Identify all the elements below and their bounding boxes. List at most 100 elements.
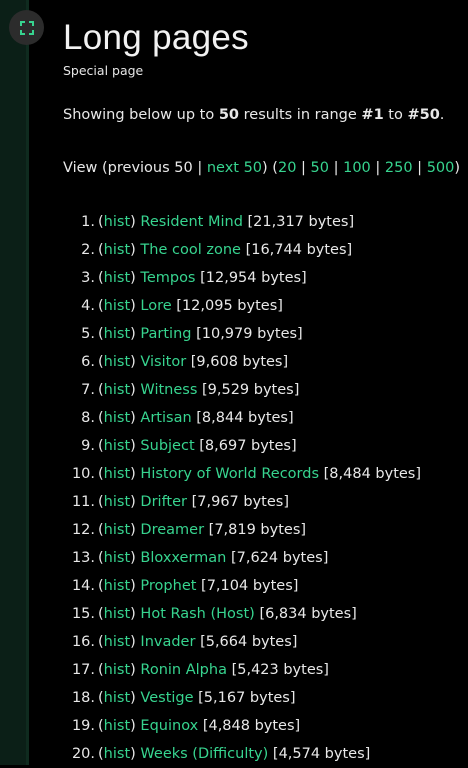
item-number: 9. [81, 438, 95, 454]
item-number: 6. [81, 354, 95, 370]
hist-link[interactable]: hist [104, 214, 130, 230]
page-link[interactable]: The cool zone [140, 242, 241, 258]
hist-close-paren: ) [130, 382, 141, 398]
item-number: 13. [71, 550, 95, 566]
hist-close-paren: ) [130, 438, 141, 454]
page-size: [7,967 bytes] [191, 494, 289, 510]
list-item: 3. (hist) Tempos [12,954 bytes] [63, 264, 421, 292]
item-number: 1. [81, 214, 95, 230]
next-page-link[interactable]: next 50 [207, 160, 262, 176]
list-item: 17. (hist) Ronin Alpha [5,423 bytes] [63, 656, 421, 684]
hist-link[interactable]: hist [104, 354, 130, 370]
page-link[interactable]: Tempos [140, 270, 195, 286]
page-size: [5,664 bytes] [200, 634, 298, 650]
page-size: [7,819 bytes] [208, 522, 307, 538]
hist-link[interactable]: hist [104, 690, 130, 706]
page-link[interactable]: Ronin Alpha [140, 662, 227, 678]
page-link[interactable]: Vestige [140, 690, 193, 706]
hist-close-paren: ) [130, 214, 141, 230]
list-item: 9. (hist) Subject [8,697 bytes] [63, 432, 421, 460]
page-link[interactable]: History of World Records [140, 466, 319, 482]
page-link[interactable]: Invader [140, 634, 195, 650]
list-item: 2. (hist) The cool zone [16,744 bytes] [63, 236, 421, 264]
page-link[interactable]: Weeks (Difficulty) [140, 746, 268, 762]
hist-link[interactable]: hist [104, 634, 130, 650]
page-size: [6,834 bytes] [259, 606, 357, 622]
page-size: [7,624 bytes] [230, 550, 329, 566]
page-link[interactable]: Dreamer [140, 522, 204, 538]
page-link[interactable]: Resident Mind [140, 214, 242, 230]
hist-link[interactable]: hist [104, 494, 130, 510]
nav-view-label: View (previous 50 | [63, 160, 207, 176]
sidebar-rail [0, 0, 26, 765]
expand-icon [19, 20, 34, 35]
item-number: 10. [71, 466, 95, 482]
list-item: 10. (hist) History of World Records [8,48… [63, 460, 421, 488]
info-to: #50 [407, 107, 440, 123]
limit-link-20[interactable]: 20 [278, 160, 296, 176]
hist-close-paren: ) [130, 242, 141, 258]
hist-link[interactable]: hist [104, 438, 130, 454]
info-to-word: to [383, 107, 408, 123]
list-item: 1. (hist) Resident Mind [21,317 bytes] [63, 208, 421, 236]
hist-link[interactable]: hist [104, 242, 130, 258]
list-item: 8. (hist) Artisan [8,844 bytes] [63, 404, 421, 432]
hist-link[interactable]: hist [104, 578, 130, 594]
list-item: 20. (hist) Weeks (Difficulty) [4,574 byte… [63, 740, 421, 768]
item-number: 8. [81, 410, 95, 426]
hist-link[interactable]: hist [104, 718, 130, 734]
list-item: 16. (hist) Invader [5,664 bytes] [63, 628, 421, 656]
results-info: Showing below up to 50 results in range … [63, 105, 463, 125]
hist-link[interactable]: hist [104, 662, 130, 678]
limit-link-50[interactable]: 50 [311, 160, 329, 176]
hist-link[interactable]: hist [104, 410, 130, 426]
page-size: [8,484 bytes] [323, 466, 422, 482]
page-link[interactable]: Subject [140, 438, 194, 454]
hist-link[interactable]: hist [104, 522, 130, 538]
limit-link-250[interactable]: 250 [385, 160, 413, 176]
page-link[interactable]: Drifter [140, 494, 187, 510]
list-item: 15. (hist) Hot Rash (Host) [6,834 bytes] [63, 600, 421, 628]
info-prefix: Showing below up to [63, 107, 219, 123]
nav-pipe: | [296, 160, 311, 176]
page-link[interactable]: Artisan [140, 410, 191, 426]
item-number: 4. [81, 298, 95, 314]
page-link[interactable]: Witness [140, 382, 197, 398]
limit-link-100[interactable]: 100 [343, 160, 371, 176]
page-subtitle: Special page [63, 63, 144, 78]
item-number: 19. [71, 718, 95, 734]
hist-link[interactable]: hist [104, 270, 130, 286]
hist-link[interactable]: hist [104, 382, 130, 398]
page-link[interactable]: Equinox [140, 718, 198, 734]
hist-link[interactable]: hist [104, 746, 130, 762]
hist-link[interactable]: hist [104, 326, 130, 342]
page-link[interactable]: Bloxxerman [140, 550, 226, 566]
hist-close-paren: ) [130, 270, 141, 286]
page-link[interactable]: Hot Rash (Host) [140, 606, 254, 622]
hist-link[interactable]: hist [104, 606, 130, 622]
hist-link[interactable]: hist [104, 298, 130, 314]
page-link[interactable]: Lore [140, 298, 171, 314]
item-number: 17. [71, 662, 95, 678]
info-limit: 50 [218, 107, 240, 123]
nav-pipe: | [328, 160, 344, 176]
item-number: 14. [71, 578, 95, 594]
list-item: 19. (hist) Equinox [4,848 bytes] [63, 712, 421, 740]
hist-link[interactable]: hist [104, 550, 130, 566]
page-size: [8,697 bytes] [199, 438, 297, 454]
page-link[interactable]: Parting [140, 326, 191, 342]
page-size: [4,848 bytes] [202, 718, 301, 734]
expand-button[interactable] [9, 10, 44, 45]
list-item: 5. (hist) Parting [10,979 bytes] [63, 320, 421, 348]
nav-close: ) [454, 160, 461, 176]
limit-link-500[interactable]: 500 [427, 160, 455, 176]
sidebar-divider [26, 0, 29, 765]
hist-close-paren: ) [130, 634, 141, 650]
page-link[interactable]: Visitor [140, 354, 186, 370]
hist-link[interactable]: hist [104, 466, 130, 482]
page-size: [7,104 bytes] [201, 578, 299, 594]
hist-close-paren: ) [130, 662, 141, 678]
page-link[interactable]: Prophet [140, 578, 196, 594]
page-size: [12,095 bytes] [176, 298, 283, 314]
page-size: [10,979 bytes] [196, 326, 303, 342]
